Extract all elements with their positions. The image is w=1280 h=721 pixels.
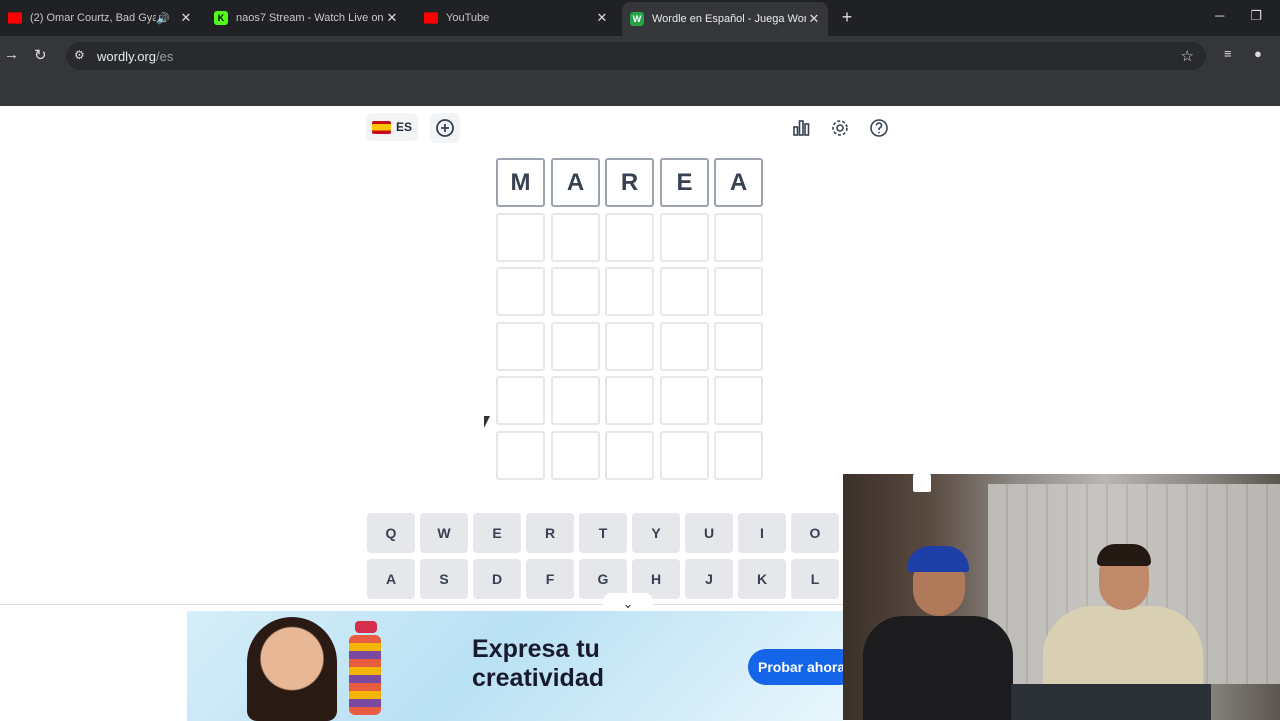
media-controls-icon[interactable]: ≡ <box>1224 46 1232 61</box>
grid-cell <box>660 322 709 371</box>
grid-cell <box>496 431 545 480</box>
grid-cell <box>660 267 709 316</box>
grid-cell <box>660 213 709 262</box>
grid-cell <box>660 431 709 480</box>
grid-cell <box>714 213 763 262</box>
key-j[interactable]: J <box>685 559 733 599</box>
ad-illustration <box>337 621 387 721</box>
restore-icon[interactable]: ❐ <box>1250 8 1262 24</box>
grid-cell <box>714 267 763 316</box>
close-icon[interactable]: ✕ <box>178 10 194 26</box>
close-icon[interactable]: ✕ <box>806 11 822 27</box>
gear-icon <box>832 120 848 136</box>
webcam-overlay <box>843 474 1280 720</box>
tab-title: naos7 Stream - Watch Live on K <box>236 12 384 24</box>
key-w[interactable]: W <box>420 513 468 553</box>
grid-cell: A <box>551 158 600 207</box>
grid-cell: M <box>496 158 545 207</box>
browser-toolbar: → ↻ ⚙ wordly.org/es ☆ ≡ ● <box>0 36 1280 76</box>
forward-icon[interactable]: → <box>4 46 19 63</box>
browser-tab-bar: (2) Omar Courtz, Bad Gyal - 🔊 ✕ K naos7 … <box>0 0 1280 36</box>
mouse-cursor <box>484 416 490 428</box>
key-r[interactable]: R <box>526 513 574 553</box>
grid-cell <box>551 322 600 371</box>
key-s[interactable]: S <box>420 559 468 599</box>
tab-title: Wordle en Español - Juega Wor <box>652 13 806 25</box>
question-circle-icon <box>870 119 888 137</box>
help-button[interactable] <box>864 113 894 143</box>
site-info-icon[interactable]: ⚙ <box>74 48 85 62</box>
grid-cell <box>496 322 545 371</box>
grid-cell <box>496 267 545 316</box>
key-i[interactable]: I <box>738 513 786 553</box>
grid-cell <box>714 322 763 371</box>
grid-cell: A <box>714 158 763 207</box>
key-y[interactable]: Y <box>632 513 680 553</box>
grid-cell <box>605 213 654 262</box>
tab-title: YouTube <box>446 12 490 24</box>
key-a[interactable]: A <box>367 559 415 599</box>
key-u[interactable]: U <box>685 513 733 553</box>
bookmarks-bar <box>0 76 1280 106</box>
grid-cell <box>496 213 545 262</box>
tab-2[interactable]: K naos7 Stream - Watch Live on K ✕ <box>206 4 406 32</box>
language-label: ES <box>396 120 413 134</box>
grid-cell <box>714 431 763 480</box>
ad-creative[interactable]: Expresa tu creatividad Probar ahora <box>187 611 843 721</box>
grid-cell: R <box>605 158 654 207</box>
key-e[interactable]: E <box>473 513 521 553</box>
window-controls: ─ ❐ <box>1215 8 1262 24</box>
grid-cell <box>660 376 709 425</box>
tab-title: (2) Omar Courtz, Bad Gyal - <box>30 12 157 24</box>
key-k[interactable]: K <box>738 559 786 599</box>
plus-circle-icon <box>436 119 454 137</box>
minimize-icon[interactable]: ─ <box>1215 8 1224 24</box>
reload-icon[interactable]: ↻ <box>34 46 47 64</box>
youtube-icon <box>424 12 438 24</box>
key-q[interactable]: Q <box>367 513 415 553</box>
stats-button[interactable] <box>786 113 816 143</box>
new-game-button[interactable] <box>430 113 460 143</box>
grid-cell <box>496 376 545 425</box>
grid-cell <box>551 431 600 480</box>
grid-cell: E <box>660 158 709 207</box>
tab-1[interactable]: (2) Omar Courtz, Bad Gyal - 🔊 ✕ <box>0 4 200 32</box>
settings-button[interactable] <box>825 113 855 143</box>
grid-cell <box>605 431 654 480</box>
close-icon[interactable]: ✕ <box>594 10 610 26</box>
grid-cell <box>605 376 654 425</box>
grid-cell <box>605 322 654 371</box>
key-f[interactable]: F <box>526 559 574 599</box>
grid-cell <box>551 267 600 316</box>
tab-3[interactable]: YouTube ✕ <box>416 4 616 32</box>
grid-cell <box>605 267 654 316</box>
tab-4-active[interactable]: W Wordle en Español - Juega Wor ✕ <box>622 2 828 36</box>
ad-cta-button[interactable]: Probar ahora <box>748 649 843 685</box>
ceiling-light <box>913 474 931 492</box>
key-l[interactable]: L <box>791 559 839 599</box>
ad-model-image <box>247 617 337 721</box>
address-bar[interactable]: ⚙ wordly.org/es ☆ <box>66 42 1206 70</box>
grid-cell <box>714 376 763 425</box>
new-tab-button[interactable]: + <box>836 6 858 28</box>
url-text: wordly.org/es <box>97 49 174 64</box>
bar-chart-icon <box>793 120 810 136</box>
key-t[interactable]: T <box>579 513 627 553</box>
profile-avatar[interactable]: ● <box>1254 46 1262 61</box>
streamer-left <box>863 546 1013 720</box>
grid-cell <box>551 213 600 262</box>
close-icon[interactable]: ✕ <box>384 10 400 26</box>
grid-cell <box>551 376 600 425</box>
bookmark-star-icon[interactable]: ☆ <box>1181 47 1194 65</box>
speaker-icon[interactable]: 🔊 <box>156 12 170 25</box>
laptop <box>1011 684 1211 720</box>
kick-icon: K <box>214 11 228 25</box>
language-selector[interactable]: ES <box>366 113 418 141</box>
key-d[interactable]: D <box>473 559 521 599</box>
youtube-icon <box>8 12 22 24</box>
key-o[interactable]: O <box>791 513 839 553</box>
spain-flag-icon <box>372 120 391 134</box>
ad-headline: Expresa tu creatividad <box>472 635 605 692</box>
wordly-icon: W <box>630 12 644 26</box>
